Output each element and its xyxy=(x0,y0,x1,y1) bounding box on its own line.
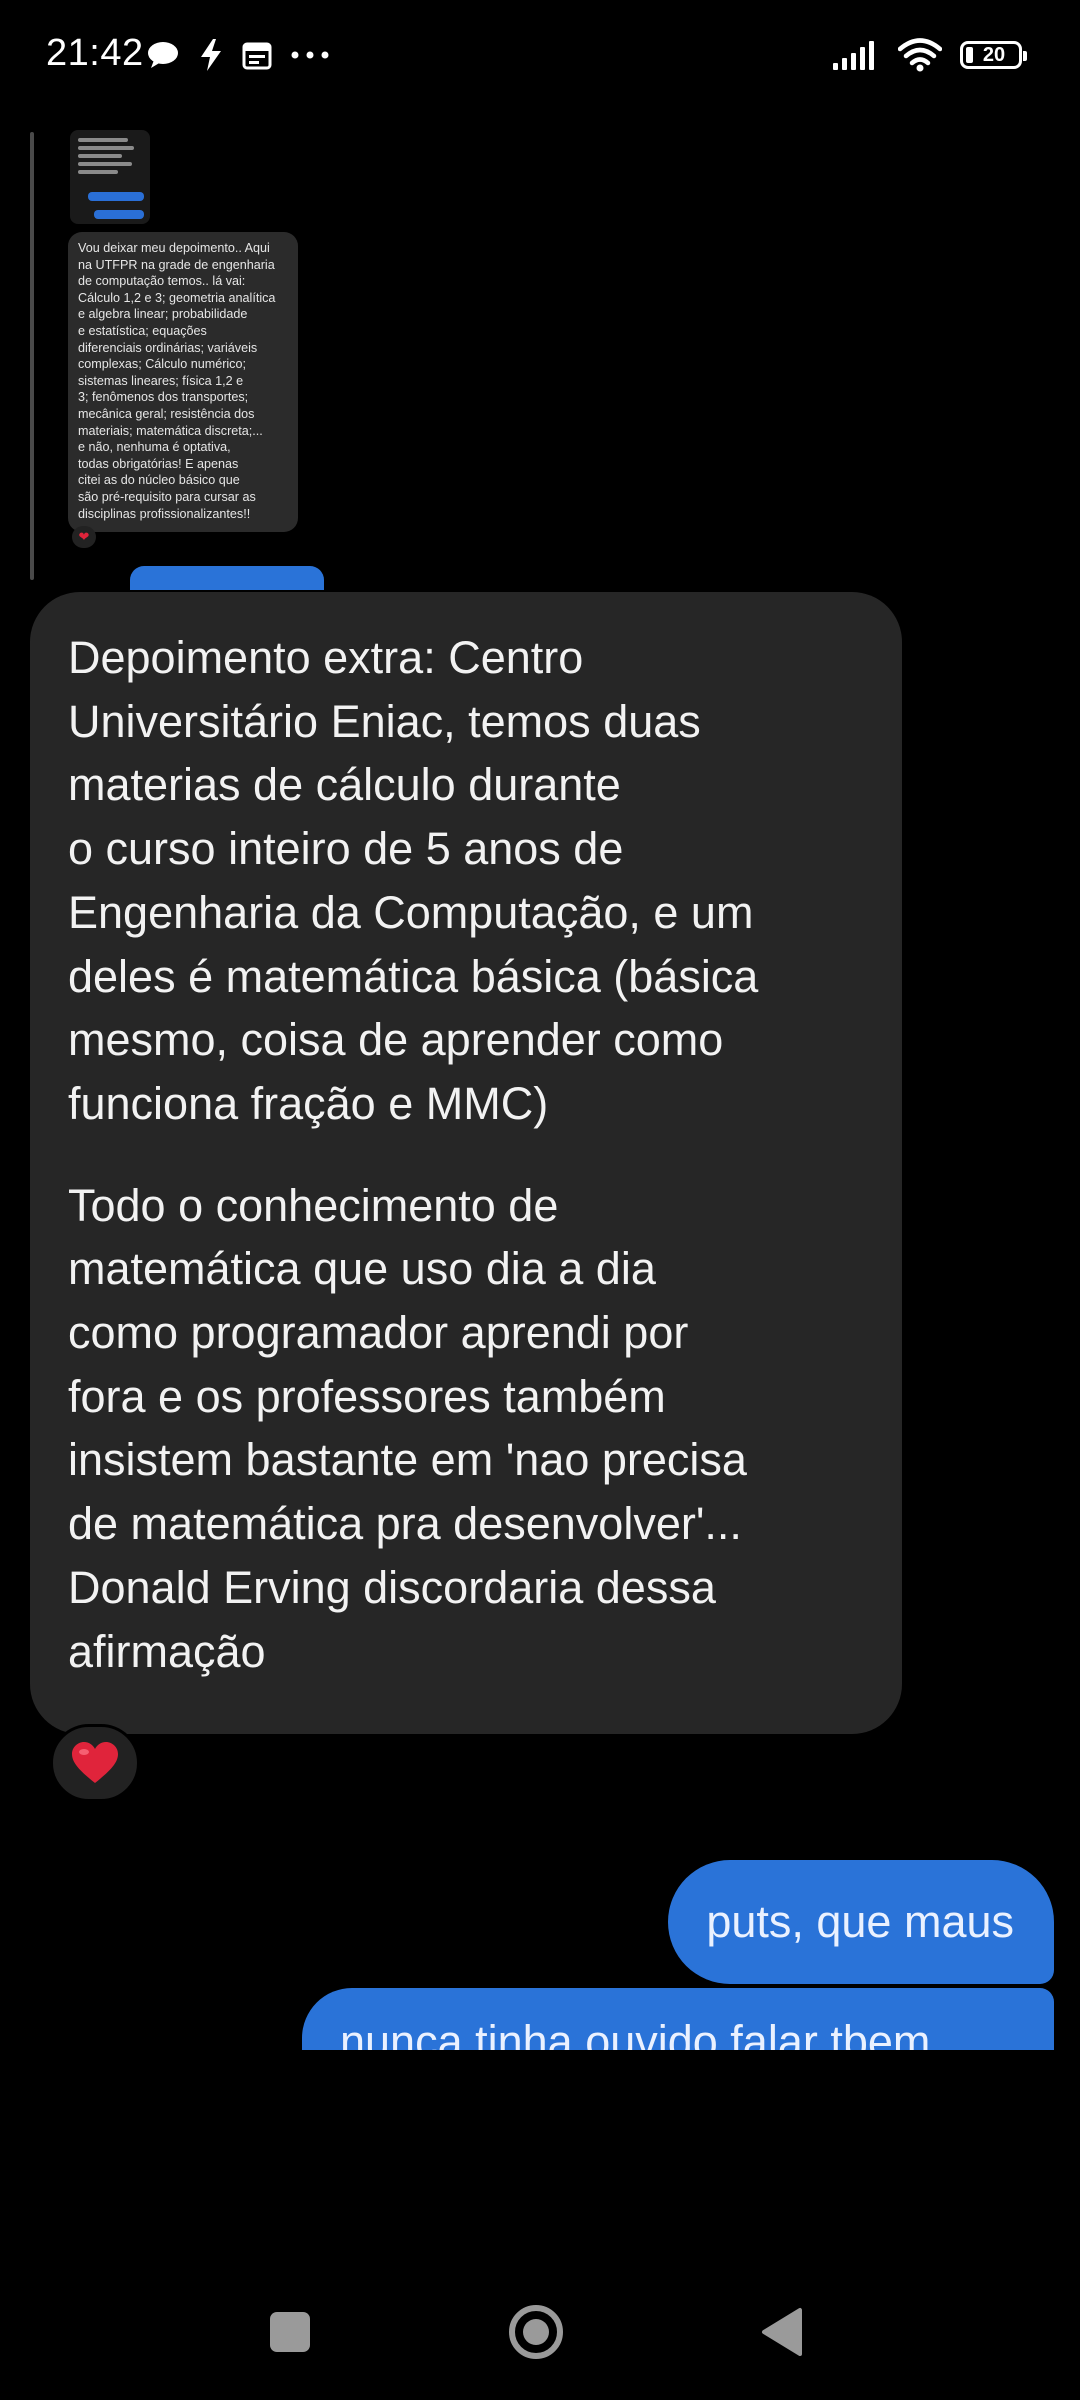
status-icons-left xyxy=(146,38,330,72)
sent-message-bubble[interactable]: puts, que maus xyxy=(668,1860,1054,1984)
received-message-paragraph-1: Depoimento extra: Centro Universitário E… xyxy=(68,632,759,1129)
home-button[interactable] xyxy=(508,2304,564,2360)
heart-reaction-icon[interactable] xyxy=(50,1724,140,1802)
navigation-bar xyxy=(0,2280,1080,2380)
signal-icon xyxy=(833,41,874,70)
reply-indicator-line xyxy=(30,132,34,580)
sent-message-bubble-partial[interactable]: nunca tinha ouvido falar tbem xyxy=(302,1988,1054,2050)
status-bar: 21:42 20 xyxy=(0,0,1080,112)
more-dots-icon xyxy=(291,51,329,59)
battery-fill xyxy=(966,47,973,63)
received-message-paragraph-2: Todo o conhecimento de matemática que us… xyxy=(68,1179,747,1677)
message-list-viewport: nunca tinha ouvido falar tbem xyxy=(0,1984,1080,2050)
flash-icon xyxy=(201,39,221,71)
quoted-message-bubble[interactable]: Vou deixar meu depoimento.. Aqui na UTFP… xyxy=(68,232,298,532)
quoted-reaction-heart-icon: ❤ xyxy=(72,526,96,548)
quoted-image-thumbnail[interactable] xyxy=(70,130,150,224)
status-icons-right: 20 xyxy=(832,38,1027,72)
battery-icon: 20 xyxy=(960,41,1027,69)
heart-icon xyxy=(72,1742,118,1783)
chat-bubble-icon xyxy=(148,42,178,68)
calendar-icon xyxy=(242,42,272,70)
recents-button[interactable] xyxy=(268,2310,312,2354)
wifi-icon xyxy=(898,38,942,72)
received-message-bubble[interactable]: Depoimento extra: Centro Universitário E… xyxy=(30,592,902,1734)
battery-level: 20 xyxy=(982,43,1006,66)
quoted-sent-bubble xyxy=(130,566,324,590)
status-time: 21:42 xyxy=(46,32,144,74)
back-button[interactable] xyxy=(760,2306,804,2358)
